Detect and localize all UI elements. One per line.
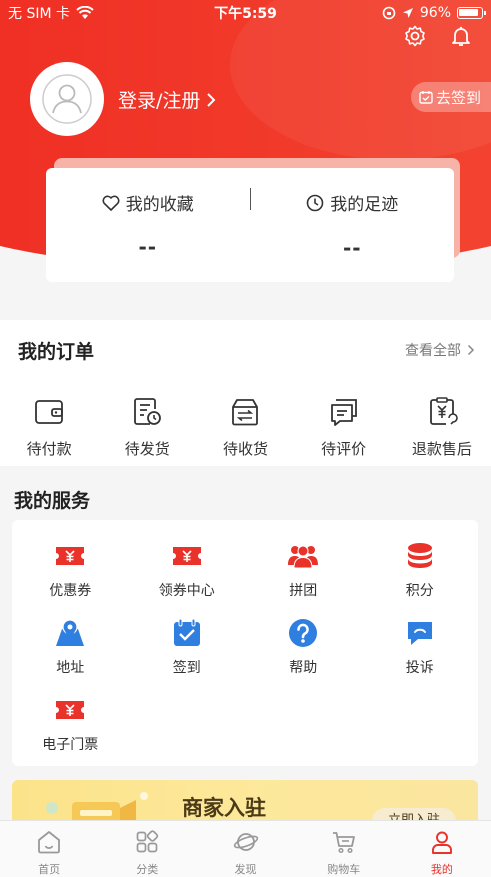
coupon-icon [56,547,85,565]
service-label: 投诉 [405,660,434,676]
profile-icon [431,831,452,854]
home-icon [38,831,60,854]
address-icon [56,619,85,646]
order-label: 待评价 [321,440,367,458]
tab-label: 我的 [430,863,453,876]
order-label: 待发货 [124,440,170,458]
points-icon [407,543,432,568]
stats-card: 我的收藏 -- 我的足迹 -- [46,168,454,282]
tab-label: 购物车 [327,863,361,876]
discover-planet-icon [233,833,258,851]
service-e-ticket[interactable]: 电子门票 [12,694,129,771]
coupon-center-icon [172,547,201,565]
orientation-lock-icon [382,6,396,20]
notification-bell-icon[interactable] [449,24,473,48]
tab-label: 首页 [38,863,61,876]
my-services-panel: 优惠券 领券中心 拼团 积分 地址 签到 帮助 投诉 电子门票 [12,520,478,766]
login-label: 登录/注册 [118,90,201,112]
service-label: 积分 [405,583,434,599]
review-icon [330,399,357,426]
service-label: 优惠券 [49,583,92,599]
default-avatar-icon [42,74,92,124]
orders-title: 我的订单 [18,340,95,363]
services-title: 我的服务 [14,490,91,512]
e-ticket-icon [56,701,85,719]
favorites-label: 我的收藏 [125,195,194,215]
service-points[interactable]: 积分 [362,540,479,617]
group-buy-icon [288,545,319,569]
battery-percent: 96% [419,5,451,21]
status-bar: 无 SIM 卡 下午5:59 96% [0,0,491,26]
clock: 下午5:59 [214,6,277,22]
view-all-orders-link[interactable]: 查看全部 [405,340,475,360]
receive-box-icon [232,399,259,426]
pending-shipment-icon [134,398,162,425]
avatar[interactable] [30,62,104,136]
favorites-count: -- [138,235,158,259]
service-address[interactable]: 地址 [12,617,129,694]
complaint-icon [407,622,432,645]
order-label: 待付款 [26,440,72,458]
order-label: 退款售后 [411,440,472,458]
order-refund-aftersale[interactable]: 退款售后 [397,396,487,459]
tab-profile[interactable]: 我的 [393,821,491,877]
banner-title: 商家入驻 [182,796,266,820]
service-help[interactable]: 帮助 [245,617,362,694]
service-label: 拼团 [289,583,318,599]
bottom-tab-bar: 首页 分类 发现 购物车 我的 [0,820,491,877]
tab-label: 分类 [136,863,159,876]
service-label: 帮助 [289,660,318,676]
footprints-label: 我的足迹 [330,195,399,215]
service-label: 领券中心 [158,583,215,599]
order-pending-receipt[interactable]: 待收货 [200,396,290,459]
service-label: 签到 [172,660,201,676]
location-icon [402,8,413,18]
footprints-stat[interactable]: 我的足迹 -- [251,168,455,260]
clock-history-icon [306,194,324,211]
wallet-icon [35,400,63,424]
cart-icon [332,832,355,854]
chevron-right-icon [207,92,216,107]
wifi-icon [76,6,94,19]
service-label: 电子门票 [42,737,99,753]
order-pending-review[interactable]: 待评价 [299,396,389,459]
my-orders-section: 我的订单 查看全部 待付款 待发货 待收货 待评价 退款售后 [0,320,491,466]
help-icon [289,619,318,647]
service-checkin[interactable]: 签到 [129,617,246,694]
order-label: 待收货 [222,440,268,458]
service-group-buy[interactable]: 拼团 [245,540,362,617]
tab-cart[interactable]: 购物车 [295,821,393,877]
tab-label: 发现 [234,863,257,876]
checkin-calendar-icon [173,618,200,646]
carrier-label: 无 SIM 卡 [8,6,70,22]
tab-category[interactable]: 分类 [98,821,196,877]
footprints-count: -- [342,235,362,260]
order-pending-shipment[interactable]: 待发货 [102,396,192,459]
service-coupon-center[interactable]: 领券中心 [129,540,246,617]
service-label: 地址 [56,660,85,676]
tab-home[interactable]: 首页 [0,821,98,877]
favorites-stat[interactable]: 我的收藏 -- [46,168,250,259]
order-pending-payment[interactable]: 待付款 [4,396,94,459]
login-register-link[interactable]: 登录/注册 [118,86,216,113]
settings-gear-icon[interactable] [403,24,427,48]
calendar-check-icon [419,91,433,104]
category-icon [136,830,159,853]
tab-discover[interactable]: 发现 [196,821,294,877]
service-complaint[interactable]: 投诉 [362,617,479,694]
service-coupons[interactable]: 优惠券 [12,540,129,617]
checkin-button[interactable]: 去签到 [410,82,491,112]
battery-icon [457,7,486,19]
chevron-right-icon [467,344,475,356]
refund-icon [429,397,458,425]
checkin-label: 去签到 [435,88,481,107]
heart-icon [102,195,120,211]
view-all-label: 查看全部 [405,343,461,359]
